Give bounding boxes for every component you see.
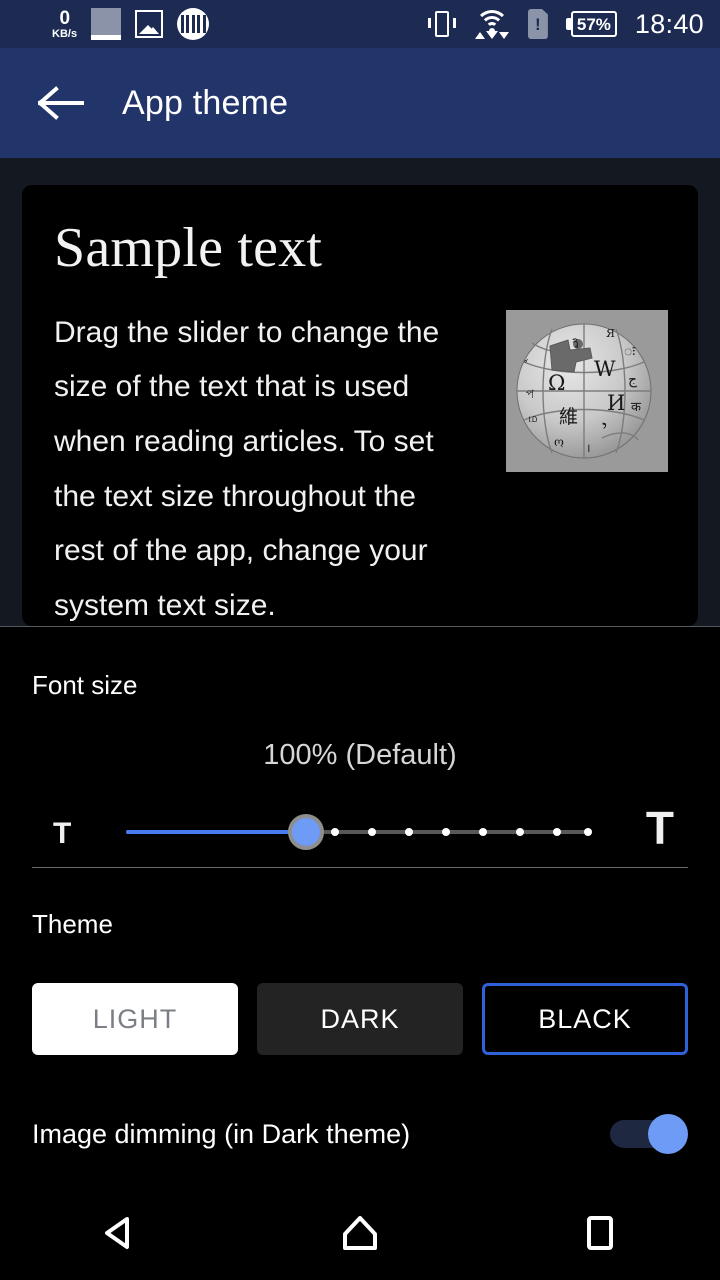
theme-preview-area: Sample text Drag the slider to change th… (0, 158, 720, 626)
sim-alert-icon (527, 9, 548, 39)
wifi-icon (474, 9, 510, 39)
svg-text:Ω: Ω (548, 371, 565, 395)
svg-text:প: প (526, 387, 535, 401)
sample-card-content: Sample text Drag the slider to change th… (22, 185, 698, 626)
sample-body-text: Drag the slider to change the size of th… (54, 315, 440, 622)
toggle-knob (648, 1114, 688, 1154)
theme-option-black-label: BLACK (538, 1003, 632, 1034)
svg-text:ج: ج (628, 372, 638, 388)
arrow-left-icon (38, 85, 84, 121)
image-dimming-label: Image dimming (in Dark theme) (32, 1118, 411, 1149)
font-size-section-label: Font size (32, 670, 138, 700)
screenshot-icon (91, 8, 122, 40)
svg-text:क: क (631, 400, 642, 415)
app-bar: App theme (0, 48, 720, 158)
sample-article-card: Sample text Drag the slider to change th… (22, 185, 698, 626)
svg-text:ः: ः (624, 344, 636, 360)
theme-option-light-label: LIGHT (92, 1003, 178, 1034)
android-nav-bar (0, 1190, 720, 1280)
status-bar-right-icons: 57% 18:40 (427, 8, 720, 40)
network-speed-value: 0 (59, 7, 70, 29)
svg-text:維: 維 (559, 406, 578, 428)
image-dimming-toggle[interactable] (610, 1114, 688, 1154)
image-dimming-row[interactable]: Image dimming (in Dark theme) (0, 1099, 720, 1169)
status-bar-clock: 18:40 (634, 8, 704, 39)
nav-home-button[interactable] (240, 1190, 480, 1280)
theme-section-label: Theme (32, 909, 113, 939)
sample-title: Sample text (54, 217, 323, 279)
nav-back-button[interactable] (0, 1190, 240, 1280)
svg-text:।: । (586, 441, 591, 455)
battery-body: 57% (570, 11, 617, 37)
image-icon (135, 10, 164, 38)
font-size-slider-track[interactable] (126, 828, 592, 836)
nav-recents-button[interactable] (480, 1190, 720, 1280)
phone-screen: 0 KB/s 57% 18:40 (0, 0, 720, 1280)
vibrate-icon (427, 9, 456, 39)
barcode-icon (177, 8, 210, 40)
font-size-value-label: 100% (Default) (263, 739, 457, 771)
svg-text:ო: ო (554, 435, 564, 449)
battery-indicator: 57% (565, 11, 617, 37)
network-speed-unit: KB/s (52, 27, 78, 40)
square-recents-icon (578, 1211, 622, 1260)
theme-option-light[interactable]: LIGHT (32, 983, 238, 1055)
section-divider (32, 867, 688, 868)
triangle-back-icon (98, 1211, 142, 1260)
font-size-slider-row[interactable]: T T (0, 797, 720, 867)
home-pentagon-icon (338, 1211, 382, 1260)
svg-text:И: И (607, 391, 625, 415)
wikipedia-globe-logo: W Ω И 維 י ः ج क วิ ์ প ம ო (506, 310, 668, 472)
theme-options-row: LIGHT DARK BLACK (32, 983, 688, 1055)
theme-settings-panel: Font size 100% (Default) T T Theme LIGHT… (0, 626, 720, 1190)
theme-option-black[interactable]: BLACK (482, 983, 688, 1055)
status-bar: 0 KB/s 57% 18:40 (0, 0, 720, 48)
font-size-slider-thumb[interactable] (288, 814, 324, 850)
theme-option-dark[interactable]: DARK (257, 983, 463, 1055)
back-button[interactable] (26, 68, 96, 138)
status-bar-left-icons: 0 KB/s (0, 8, 210, 40)
svg-text:Я: Я (606, 327, 615, 340)
svg-text:י: י (602, 415, 607, 439)
svg-text:ம: ம (528, 411, 538, 425)
theme-option-dark-label: DARK (320, 1003, 400, 1034)
page-title: App theme (122, 83, 289, 122)
svg-text:W: W (594, 357, 616, 381)
decrease-text-size-icon[interactable]: T (53, 819, 71, 849)
svg-text:วิ: วิ (572, 337, 579, 351)
battery-percent-label: 57% (576, 14, 611, 34)
increase-text-size-icon[interactable]: T (646, 805, 674, 851)
font-size-slider-filled (126, 830, 306, 834)
network-speed-indicator: 0 KB/s (52, 9, 77, 40)
